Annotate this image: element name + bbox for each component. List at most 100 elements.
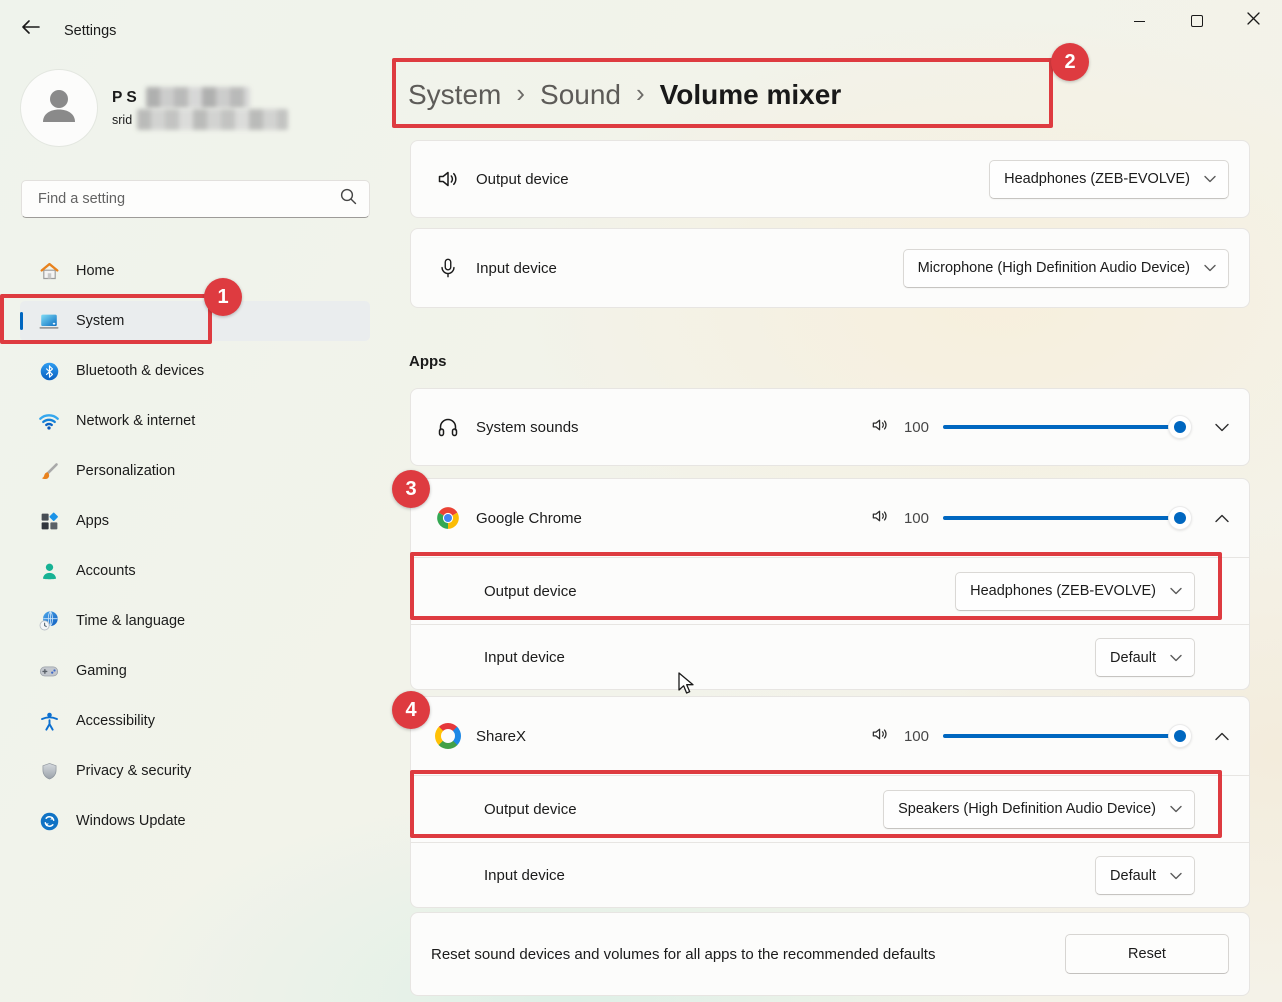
search-input[interactable] — [26, 191, 340, 207]
breadcrumb-system[interactable]: System — [408, 79, 501, 111]
output-device-dropdown[interactable]: Headphones (ZEB-EVOLVE) — [989, 159, 1229, 199]
chevron-down-icon — [1170, 805, 1182, 813]
input-device-dropdown[interactable]: Microphone (High Definition Audio Device… — [902, 248, 1229, 288]
search-icon — [340, 188, 357, 210]
profile-email: srid — [112, 113, 133, 127]
back-button[interactable] — [14, 14, 48, 44]
output-device-card: Output device Headphones (ZEB-EVOLVE) — [410, 140, 1250, 218]
speaker-icon — [435, 166, 461, 192]
sharex-input-device-dropdown[interactable]: Default — [1095, 856, 1195, 895]
network-icon — [38, 410, 60, 432]
sidebar-item-label: Time & language — [76, 613, 186, 629]
input-device-value: Microphone (High Definition Audio Device… — [917, 260, 1190, 276]
sidebar-item-label: Personalization — [76, 463, 176, 479]
selected-indicator — [20, 312, 23, 330]
expand-chevron-down-icon[interactable] — [1215, 423, 1229, 432]
chrome-input-device-dropdown[interactable]: Default — [1095, 638, 1195, 677]
sidebar-item-label: Gaming — [76, 663, 127, 679]
sidebar-item-label: Home — [76, 263, 115, 279]
home-icon — [38, 260, 60, 282]
chevron-down-icon — [1204, 175, 1216, 183]
sidebar-item-system[interactable]: System — [20, 301, 370, 341]
sidebar-item-privacy-security[interactable]: Privacy & security — [20, 751, 370, 791]
microphone-icon — [435, 255, 461, 281]
google-chrome-card: Google Chrome 100 Output device Headphon… — [410, 478, 1250, 690]
volume-slider[interactable] — [943, 507, 1191, 529]
sidebar-item-label: Accessibility — [76, 713, 155, 729]
sharex-icon — [435, 723, 461, 749]
output-device-value: Headphones (ZEB-EVOLVE) — [1004, 171, 1190, 187]
slider-track[interactable] — [943, 425, 1191, 429]
sidebar-item-network-internet[interactable]: Network & internet — [20, 401, 370, 441]
volume-slider[interactable] — [943, 725, 1191, 747]
reset-card: Reset sound devices and volumes for all … — [410, 912, 1250, 996]
slider-track[interactable] — [943, 516, 1191, 520]
reset-button[interactable]: Reset — [1065, 934, 1229, 974]
chrome-output-device-dropdown[interactable]: Headphones (ZEB-EVOLVE) — [955, 571, 1195, 611]
volume-speaker-icon — [870, 724, 890, 749]
close-icon — [1247, 12, 1260, 30]
sharex-output-device-dropdown[interactable]: Speakers (High Definition Audio Device) — [883, 789, 1195, 829]
app-name: Google Chrome — [476, 509, 582, 527]
window-controls — [1111, 0, 1282, 42]
sharex-input-device-value: Default — [1110, 867, 1156, 884]
minimize-button[interactable] — [1111, 0, 1168, 42]
sidebar-item-label: Windows Update — [76, 813, 186, 829]
back-arrow-icon — [22, 19, 40, 39]
minimize-icon — [1134, 20, 1145, 22]
sidebar-item-accounts[interactable]: Accounts — [20, 551, 370, 591]
breadcrumb-separator-icon: › — [636, 77, 645, 108]
person-icon — [35, 82, 83, 135]
apps-icon — [38, 510, 60, 532]
maximize-icon — [1190, 15, 1203, 27]
sidebar-nav: Home System Bluetooth & devices Network … — [20, 251, 370, 851]
slider-thumb[interactable] — [1169, 725, 1191, 747]
volume-speaker-icon — [870, 415, 890, 440]
chrome-output-device-value: Headphones (ZEB-EVOLVE) — [970, 583, 1156, 599]
sidebar-item-personalization[interactable]: Personalization — [20, 451, 370, 491]
app-title: Settings — [64, 23, 117, 39]
reset-description: Reset sound devices and volumes for all … — [431, 945, 936, 963]
avatar[interactable] — [21, 70, 97, 146]
volume-value: 100 — [903, 509, 929, 527]
sidebar-item-label: Apps — [76, 513, 110, 529]
sidebar-item-bluetooth-devices[interactable]: Bluetooth & devices — [20, 351, 370, 391]
sidebar-item-home[interactable]: Home — [20, 251, 370, 291]
sidebar-item-label: Accounts — [76, 563, 136, 579]
close-button[interactable] — [1225, 0, 1282, 42]
search-box[interactable] — [21, 180, 370, 218]
system-sounds-card: System sounds 100 — [410, 388, 1250, 466]
gaming-icon — [38, 660, 60, 682]
breadcrumb: System › Sound › Volume mixer — [408, 73, 841, 117]
volume-speaker-icon — [870, 506, 890, 531]
page-title: Volume mixer — [659, 79, 842, 110]
sharex-output-device-value: Speakers (High Definition Audio Device) — [898, 801, 1156, 817]
sidebar-item-label: Bluetooth & devices — [76, 363, 205, 379]
slider-track[interactable] — [943, 734, 1191, 738]
system-icon — [38, 310, 60, 332]
maximize-button[interactable] — [1168, 0, 1225, 42]
chrome-output-device-label: Output device — [484, 582, 577, 600]
collapse-chevron-up-icon[interactable] — [1215, 514, 1229, 523]
chevron-down-icon — [1170, 587, 1182, 595]
sidebar-item-apps[interactable]: Apps — [20, 501, 370, 541]
slider-thumb[interactable] — [1169, 416, 1191, 438]
breadcrumb-sound[interactable]: Sound — [540, 79, 621, 111]
collapse-chevron-up-icon[interactable] — [1215, 732, 1229, 741]
volume-slider[interactable] — [943, 416, 1191, 438]
sidebar-item-gaming[interactable]: Gaming — [20, 651, 370, 691]
redacted-name-block — [146, 87, 250, 108]
sidebar-item-windows-update[interactable]: Windows Update — [20, 801, 370, 841]
chrome-input-device-value: Default — [1110, 649, 1156, 666]
personalization-icon — [38, 460, 60, 482]
sharex-card: ShareX 100 Output device Speakers (High … — [410, 696, 1250, 908]
chevron-down-icon — [1204, 264, 1216, 272]
slider-thumb[interactable] — [1169, 507, 1191, 529]
sharex-input-device-label: Input device — [484, 867, 565, 884]
google-chrome-icon — [435, 505, 461, 531]
sharex-output-device-label: Output device — [484, 800, 577, 818]
app-name: System sounds — [476, 418, 579, 436]
volume-value: 100 — [903, 727, 929, 745]
sidebar-item-accessibility[interactable]: Accessibility — [20, 701, 370, 741]
sidebar-item-time-language[interactable]: Time & language — [20, 601, 370, 641]
